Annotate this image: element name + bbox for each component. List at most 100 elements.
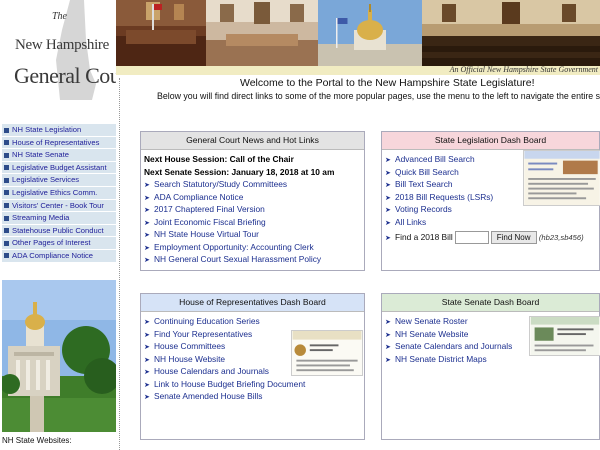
arrow-right-icon: ➤ xyxy=(144,182,150,189)
house-screenshot-thumbnail[interactable] xyxy=(291,330,363,376)
news-panel-title: General Court News and Hot Links xyxy=(141,132,364,150)
square-bullet-icon xyxy=(4,240,9,246)
house-link[interactable]: ➤ Senate Amended House Bills xyxy=(144,390,361,403)
house-chamber-photo xyxy=(116,0,206,66)
nav-item-label: Other Pages of Interest xyxy=(12,238,91,248)
nav-item-house-of-representatives[interactable]: House of Representatives xyxy=(2,136,116,150)
nav-item-legislative-ethics-comm[interactable]: Legislative Ethics Comm. xyxy=(2,186,116,200)
next-senate-session: Next Senate Session: January 18, 2018 at… xyxy=(144,166,335,177)
nav-item-label: Streaming Media xyxy=(12,213,70,223)
arrow-right-icon: ➤ xyxy=(144,319,150,326)
logo-the-text: The xyxy=(52,11,67,22)
senate-chamber-photo xyxy=(206,0,318,66)
square-bullet-icon xyxy=(4,152,9,158)
arrow-right-icon: ➤ xyxy=(144,219,150,227)
arrow-right-icon: ➤ xyxy=(385,219,391,227)
arrow-right-icon: ➤ xyxy=(385,182,391,189)
capitol-dome-photo xyxy=(318,0,422,66)
legislation-link[interactable]: ➤ All Links xyxy=(385,216,596,229)
news-link[interactable]: ➤ ADA Compliance Notice xyxy=(144,191,361,204)
senate-screenshot-thumbnail[interactable] xyxy=(529,316,600,356)
news-link[interactable]: ➤ Employment Opportunity: Accounting Cler… xyxy=(144,241,361,254)
arrow-right-icon: ➤ xyxy=(385,194,391,202)
arrow-right-icon: ➤ xyxy=(144,331,150,339)
arrow-right-icon: ➤ xyxy=(144,257,150,264)
header-photo-strip xyxy=(116,0,600,66)
news-link[interactable]: ➤ 2017 Chaptered Final Version xyxy=(144,203,361,216)
nav-item-label: Visitors' Center - Book Tour xyxy=(12,200,104,210)
arrow-right-icon: ➤ xyxy=(144,207,150,214)
arrow-right-icon: ➤ xyxy=(144,356,150,364)
state-legislation-dashboard-panel: State Legislation Dash Board ➤ Advanced B… xyxy=(381,131,600,271)
square-bullet-icon xyxy=(4,215,9,221)
arrow-right-icon: ➤ xyxy=(385,344,391,351)
square-bullet-icon xyxy=(4,140,9,146)
square-bullet-icon xyxy=(4,190,9,196)
nav-item-legislative-services[interactable]: Legislative Services xyxy=(2,174,116,187)
nav-item-label: ADA Compliance Notice xyxy=(12,250,94,260)
house-dashboard-panel: House of Representatives Dash Board ➤ Con… xyxy=(140,293,365,440)
arrow-right-icon: ➤ xyxy=(385,356,391,364)
arrow-right-icon: ➤ xyxy=(144,394,150,401)
square-bullet-icon xyxy=(4,165,9,171)
nh-general-court-logo[interactable]: The New Hampshire General Court xyxy=(0,0,116,100)
arrow-right-icon: ➤ xyxy=(144,381,150,389)
nav-item-legislative-budget-assistant[interactable]: Legislative Budget Assistant xyxy=(2,161,116,175)
next-house-session: Next House Session: Call of the Chair xyxy=(144,154,294,164)
welcome-heading: Welcome to the Portal to the New Hampshi… xyxy=(240,77,535,89)
arrow-right-icon: ➤ xyxy=(385,157,391,164)
bill-number-input[interactable] xyxy=(454,231,489,245)
nav-item-ada-compliance[interactable]: ADA Compliance Notice xyxy=(2,249,116,263)
square-bullet-icon xyxy=(4,253,9,259)
house-link[interactable]: ➤ Continuing Education Series xyxy=(144,315,361,328)
nav-item-streaming-media[interactable]: Streaming Media xyxy=(2,212,116,225)
news-link[interactable]: ➤ Joint Economic Fiscal Briefing xyxy=(144,216,361,229)
nav-item-label: Legislative Services xyxy=(12,175,80,185)
arrow-right-icon: ➤ xyxy=(144,194,150,202)
logo-general-court-text: General Court xyxy=(14,63,116,88)
arrow-right-icon: ➤ xyxy=(385,319,391,326)
main-navigation: NH State Legislation House of Representa… xyxy=(2,124,116,263)
nav-item-label: House of Representatives xyxy=(12,137,100,147)
arrow-right-icon: ➤ xyxy=(385,235,391,242)
arrow-right-icon: ➤ xyxy=(144,369,150,376)
nav-item-label: Statehouse Public Conduct xyxy=(12,225,104,235)
find-now-button[interactable]: Find Now xyxy=(490,231,537,245)
nav-item-nh-state-senate[interactable]: NH State Senate xyxy=(2,149,116,162)
square-bullet-icon xyxy=(4,203,9,209)
nav-item-statehouse-public-conduct[interactable]: Statehouse Public Conduct xyxy=(2,224,116,238)
senate-panel-title: State Senate Dash Board xyxy=(382,294,599,312)
arrow-right-icon: ➤ xyxy=(385,207,391,214)
legislative-hall-photo xyxy=(422,0,600,66)
nav-item-label: Legislative Budget Assistant xyxy=(12,162,107,172)
logo-new-hampshire-text: New Hampshire xyxy=(15,37,109,53)
news-link[interactable]: ➤ Search Statutory/Study Committees xyxy=(144,178,361,191)
find-bill-label: Find a 2018 Bill xyxy=(395,232,453,242)
official-government-text: An Official New Hampshire State Governme… xyxy=(449,65,598,74)
house-panel-title: House of Representatives Dash Board xyxy=(141,294,364,312)
square-bullet-icon xyxy=(4,228,9,234)
nav-item-other-pages[interactable]: Other Pages of Interest xyxy=(2,237,116,250)
arrow-right-icon: ➤ xyxy=(144,344,150,351)
senate-dashboard-panel: State Senate Dash Board ➤ New Senate Rost… xyxy=(381,293,600,440)
arrow-right-icon: ➤ xyxy=(144,232,150,239)
nh-state-websites-label: NH State Websites: xyxy=(2,436,72,445)
legislation-screenshot-thumbnail[interactable] xyxy=(523,150,600,206)
statehouse-photo xyxy=(2,280,116,432)
nav-item-visitors-center[interactable]: Visitors' Center - Book Tour xyxy=(2,199,116,213)
arrow-right-icon: ➤ xyxy=(144,244,150,252)
official-state-banner: An Official New Hampshire State Governme… xyxy=(116,65,600,75)
column-divider xyxy=(119,78,120,450)
square-bullet-icon xyxy=(4,177,9,183)
news-hot-links-panel: General Court News and Hot Links Next Ho… xyxy=(140,131,365,271)
house-link[interactable]: ➤ Link to House Budget Briefing Document xyxy=(144,378,361,391)
news-link[interactable]: ➤ NH State House Virtual Tour xyxy=(144,228,361,241)
nav-item-label: NH State Senate xyxy=(12,150,69,160)
legislation-panel-title: State Legislation Dash Board xyxy=(382,132,599,150)
nav-item-nh-state-legislation[interactable]: NH State Legislation xyxy=(2,124,116,137)
bill-format-hint: (hb23,sb456) xyxy=(538,233,584,242)
square-bullet-icon xyxy=(4,127,9,133)
arrow-right-icon: ➤ xyxy=(385,169,391,177)
news-link[interactable]: ➤ NH General Court Sexual Harassment Poli… xyxy=(144,253,361,266)
welcome-subtitle: Below you will find direct links to some… xyxy=(157,91,600,101)
